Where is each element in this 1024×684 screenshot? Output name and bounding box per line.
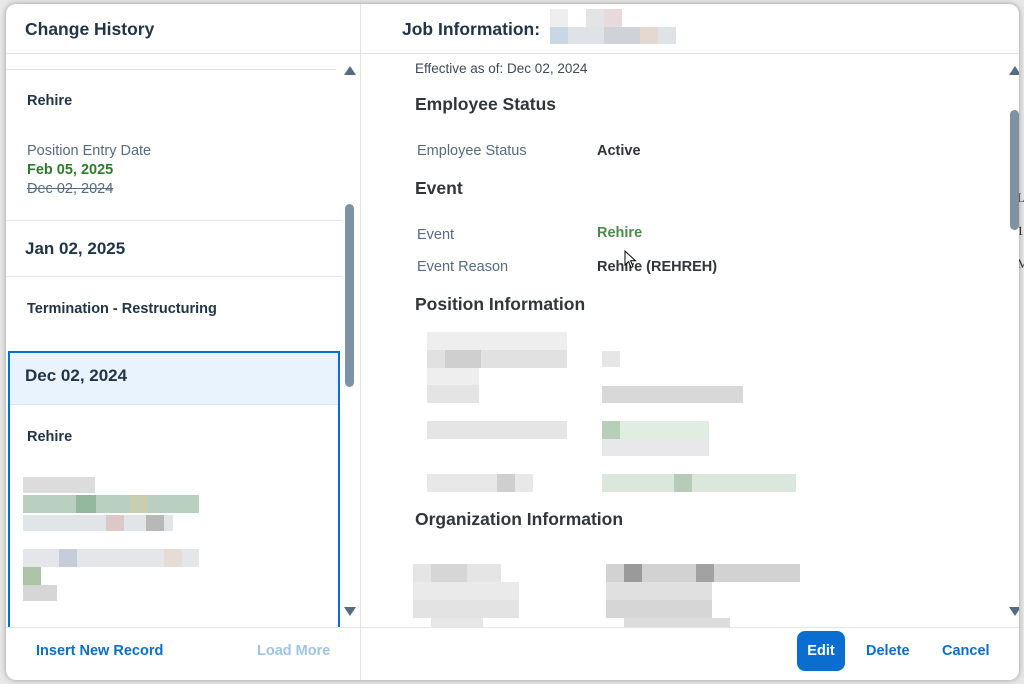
change-old-value: Dec 02, 2024 (27, 181, 114, 197)
change-new-value: Feb 05, 2025 (27, 162, 114, 178)
scroll-up-arrow-icon[interactable] (1009, 66, 1019, 75)
event-label: Termination - Restructuring (27, 301, 217, 317)
change-field-label: Position Entry Date (27, 143, 152, 159)
event-label: Rehire (27, 93, 73, 109)
job-information-title: Job Information: (402, 19, 541, 39)
section-title-employee-status: Employee Status (415, 94, 557, 114)
divider (6, 69, 336, 70)
edit-button[interactable]: Edit (797, 631, 845, 671)
date-header: Jan 02, 2025 (25, 239, 126, 258)
change-history-header: Change History (6, 4, 360, 54)
divider (6, 276, 342, 277)
event-label: Event (417, 227, 455, 243)
event-reason-value: Rehire (REHREH) (597, 259, 718, 275)
scrollbar-thumb[interactable] (345, 204, 354, 387)
change-history-dialog: Change History Rehire Position Entry Dat… (6, 4, 1019, 680)
event-value: Rehire (597, 225, 643, 241)
employee-status-value: Active (597, 143, 641, 159)
change-history-panel: Change History Rehire Position Entry Dat… (6, 4, 361, 680)
delete-button[interactable]: Delete (866, 643, 910, 659)
job-information-content[interactable]: Effective as of: Dec 02, 2024 Employee S… (361, 55, 1001, 627)
load-more-button[interactable]: Load More (257, 643, 330, 659)
job-information-panel: Job Information: Effective as of: Dec 02… (361, 4, 1019, 680)
divider (6, 220, 342, 221)
event-reason-label: Event Reason (417, 259, 509, 275)
mouse-cursor-icon (624, 250, 637, 269)
effective-date: Effective as of: Dec 02, 2024 (415, 61, 588, 76)
cancel-button[interactable]: Cancel (942, 643, 990, 659)
event-label: Rehire (27, 429, 73, 445)
date-header: Dec 02, 2024 (25, 366, 128, 385)
left-footer: Insert New Record Load More (6, 627, 361, 680)
insert-new-record-button[interactable]: Insert New Record (36, 643, 163, 659)
selected-record-card[interactable]: Dec 02, 2024 Rehire (8, 351, 340, 627)
job-information-header: Job Information: (361, 4, 1019, 54)
section-title-position-information: Position Information (415, 294, 586, 314)
section-title-organization-information: Organization Information (415, 509, 624, 529)
history-list[interactable]: Rehire Position Entry Date Feb 05, 2025 … (6, 55, 342, 627)
right-footer: Edit Delete Cancel (361, 627, 1019, 680)
scroll-down-arrow-icon[interactable] (1009, 607, 1019, 616)
scroll-down-arrow-icon[interactable] (344, 607, 356, 616)
section-title-event: Event (415, 178, 463, 198)
scrollbar-thumb[interactable] (1010, 110, 1019, 230)
scroll-up-arrow-icon[interactable] (344, 66, 356, 75)
employee-status-label: Employee Status (417, 143, 527, 159)
selected-date-header: Dec 02, 2024 (10, 353, 338, 405)
panel-title: Change History (25, 19, 155, 39)
